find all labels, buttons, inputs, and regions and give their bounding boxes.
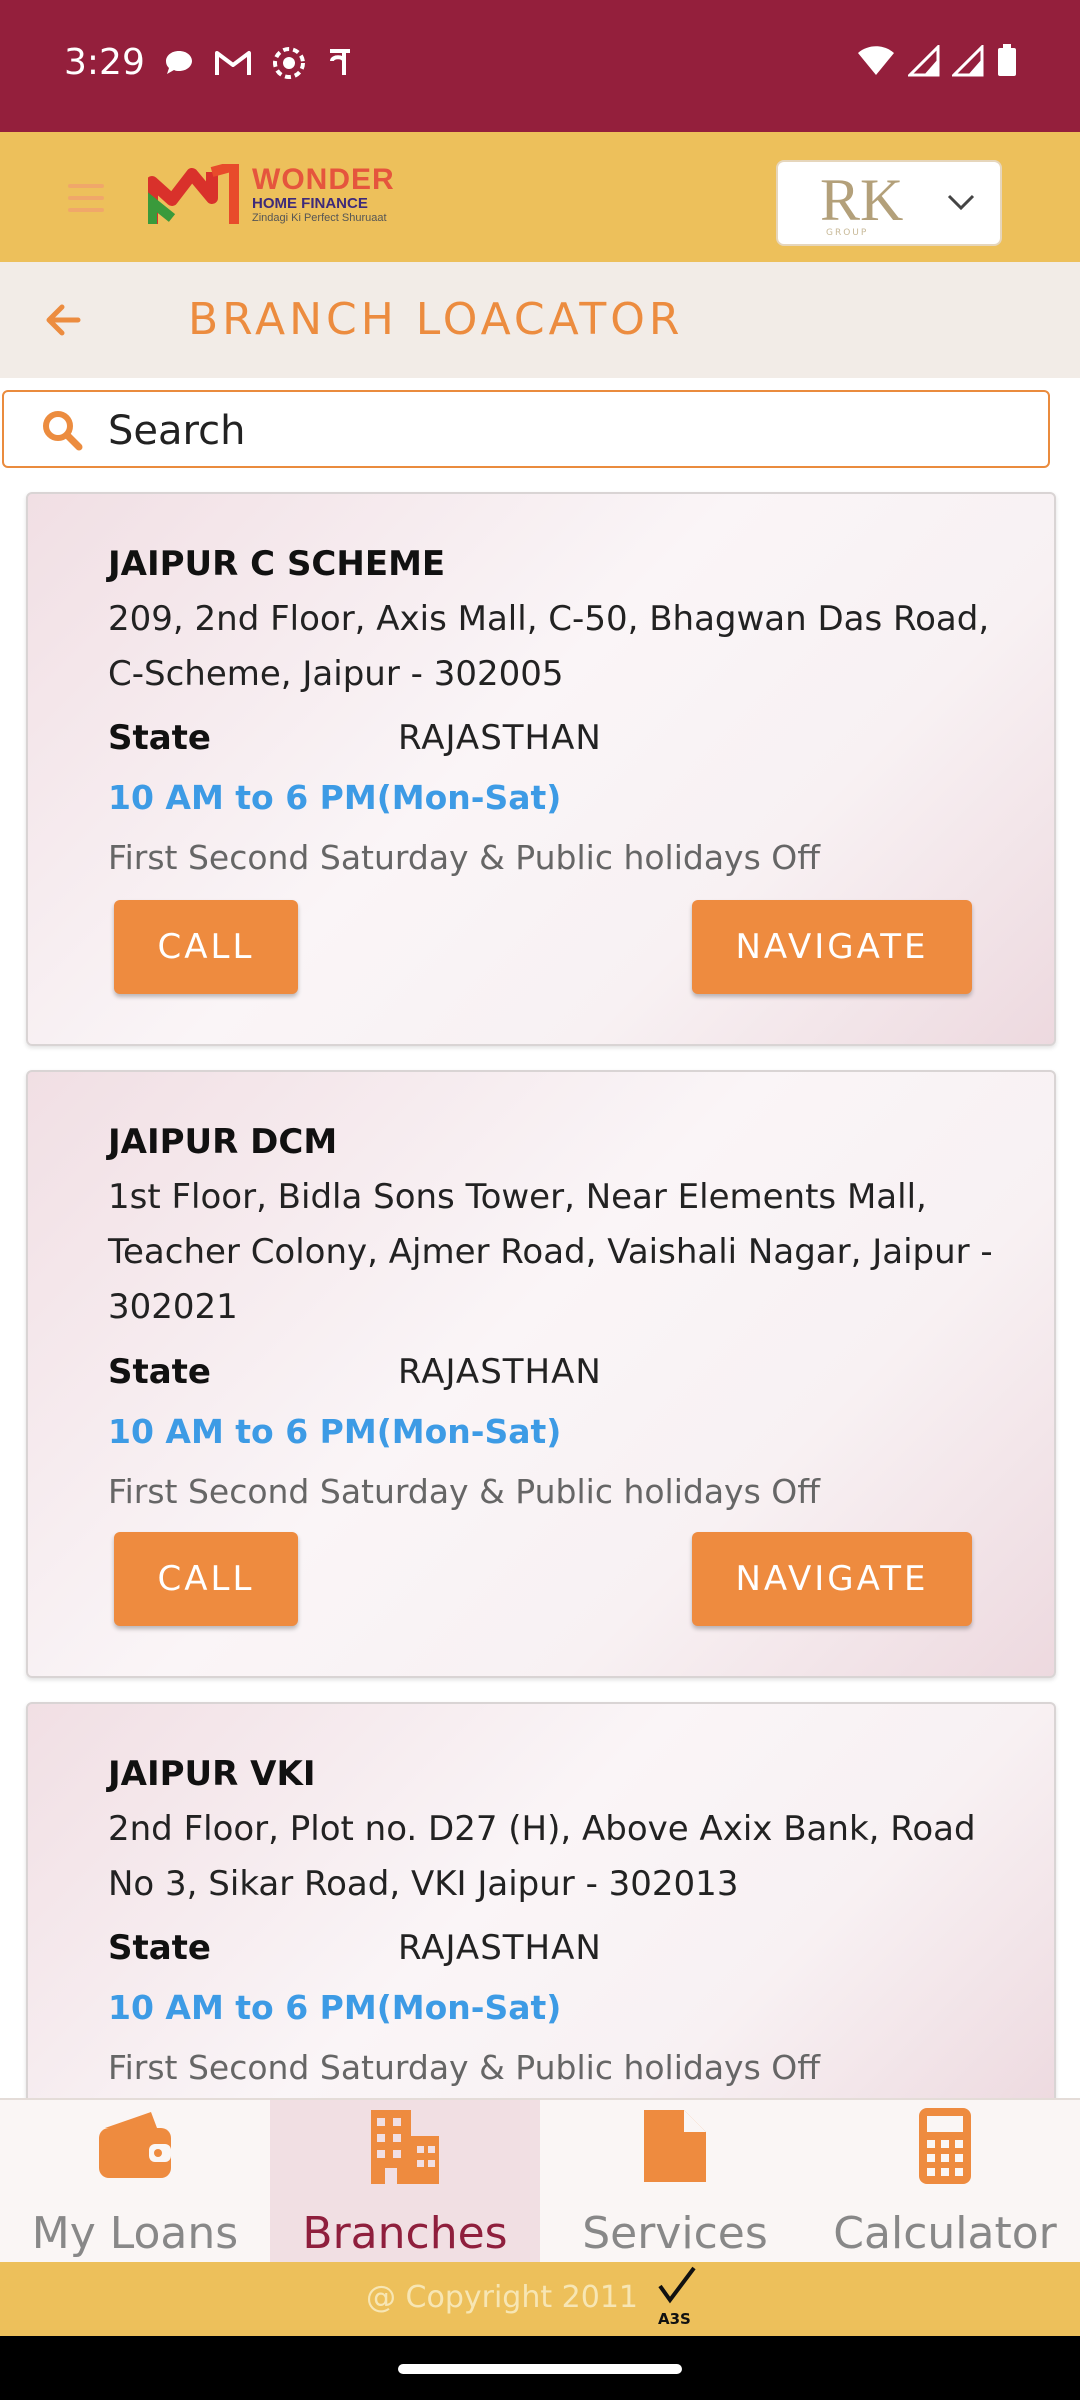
battery-icon <box>998 44 1016 76</box>
search-input[interactable]: Search <box>2 390 1050 468</box>
brand-logo: WONDER HOME FINANCE Zindagi Ki Perfect S… <box>148 162 408 234</box>
logo-tagline: Zindagi Ki Perfect Shuruaat <box>252 212 387 224</box>
wallet-icon <box>99 2112 171 2178</box>
state-label: State <box>108 1352 211 1392</box>
hamburger-menu-icon[interactable] <box>68 184 104 214</box>
copyright-text: @ Copyright 2011 <box>366 2280 639 2315</box>
state-label: State <box>108 1928 211 1968</box>
branch-address: 1st Floor, Bidla Sons Tower, Near Elemen… <box>108 1177 993 1327</box>
status-time: 3:29 <box>64 42 145 83</box>
state-label: State <box>108 718 211 758</box>
branch-hours: 10 AM to 6 PM(Mon-Sat) <box>108 778 562 817</box>
nav-label: Branches <box>302 2208 508 2259</box>
wonder-logo-mark <box>148 164 239 224</box>
call-button[interactable]: CALL <box>114 1532 298 1626</box>
branch-name: JAIPUR DCM <box>108 1122 338 1162</box>
branch-address: 209, 2nd Floor, Axis Mall, C-50, Bhagwan… <box>108 599 990 694</box>
navigate-button[interactable]: NAVIGATE <box>692 900 972 994</box>
nav-branches[interactable]: Branches <box>270 2100 540 2264</box>
gmail-icon <box>215 51 251 75</box>
state-value: RAJASTHAN <box>398 1352 602 1392</box>
signal-icon <box>908 45 940 77</box>
nav-label: My Loans <box>31 2208 239 2259</box>
branch-holidays: First Second Saturday & Public holidays … <box>108 2048 820 2087</box>
nav-calculator[interactable]: Calculator <box>810 2100 1080 2264</box>
sync-app-icon <box>273 47 305 79</box>
signal-icon-2 <box>952 45 984 77</box>
search-icon <box>43 411 83 451</box>
wifi-icon <box>858 46 894 75</box>
branch-hours: 10 AM to 6 PM(Mon-Sat) <box>108 1988 562 2027</box>
branch-card: JAIPUR C SCHEME 209, 2nd Floor, Axis Mal… <box>26 492 1056 1046</box>
group-select[interactable]: RK GROUP <box>776 160 1002 246</box>
building-icon <box>371 2110 439 2184</box>
system-icons <box>856 44 1018 78</box>
navigate-button[interactable]: NAVIGATE <box>692 1532 972 1626</box>
home-gesture-bar[interactable] <box>398 2364 682 2374</box>
branch-card: JAIPUR VKI 2nd Floor, Plot no. D27 (H), … <box>26 1702 1056 2122</box>
nav-label: Services <box>582 2208 768 2259</box>
chat-icon <box>166 51 192 74</box>
branch-holidays: First Second Saturday & Public holidays … <box>108 838 820 877</box>
branch-holidays: First Second Saturday & Public holidays … <box>108 1472 820 1511</box>
a3s-badge: A3S <box>654 2266 698 2328</box>
payment-app-icon <box>330 49 350 75</box>
logo-sub-text: HOME FINANCE <box>252 195 368 212</box>
group-logo-sub: GROUP <box>826 228 869 238</box>
calculator-icon <box>919 2108 971 2184</box>
group-logo-text: RK <box>820 167 904 233</box>
document-icon <box>644 2110 706 2182</box>
page-title: BRANCH LOACATOR <box>188 294 684 345</box>
branch-name: JAIPUR C SCHEME <box>108 544 446 584</box>
a3s-badge-text: A3S <box>658 2310 691 2328</box>
branch-address: 2nd Floor, Plot no. D27 (H), Above Axix … <box>108 1809 976 1904</box>
branch-name: JAIPUR VKI <box>108 1754 316 1794</box>
nav-services[interactable]: Services <box>540 2100 810 2264</box>
status-bar: 3:29 <box>0 0 1080 132</box>
nav-my-loans[interactable]: My Loans <box>0 2100 270 2264</box>
branch-hours: 10 AM to 6 PM(Mon-Sat) <box>108 1412 562 1451</box>
bottom-nav: My Loans Branches Services Calculator <box>0 2098 1080 2264</box>
back-arrow-icon[interactable] <box>42 300 82 340</box>
call-button[interactable]: CALL <box>114 900 298 994</box>
branch-card: JAIPUR DCM 1st Floor, Bidla Sons Tower, … <box>26 1070 1056 1678</box>
state-value: RAJASTHAN <box>398 1928 602 1968</box>
nav-label: Calculator <box>833 2208 1057 2259</box>
checkmark-logo-icon <box>658 2266 696 2304</box>
state-value: RAJASTHAN <box>398 718 602 758</box>
notification-icons <box>162 44 356 82</box>
search-placeholder: Search <box>108 408 246 454</box>
logo-brand-text: WONDER <box>252 163 395 196</box>
chevron-down-icon <box>947 194 975 211</box>
